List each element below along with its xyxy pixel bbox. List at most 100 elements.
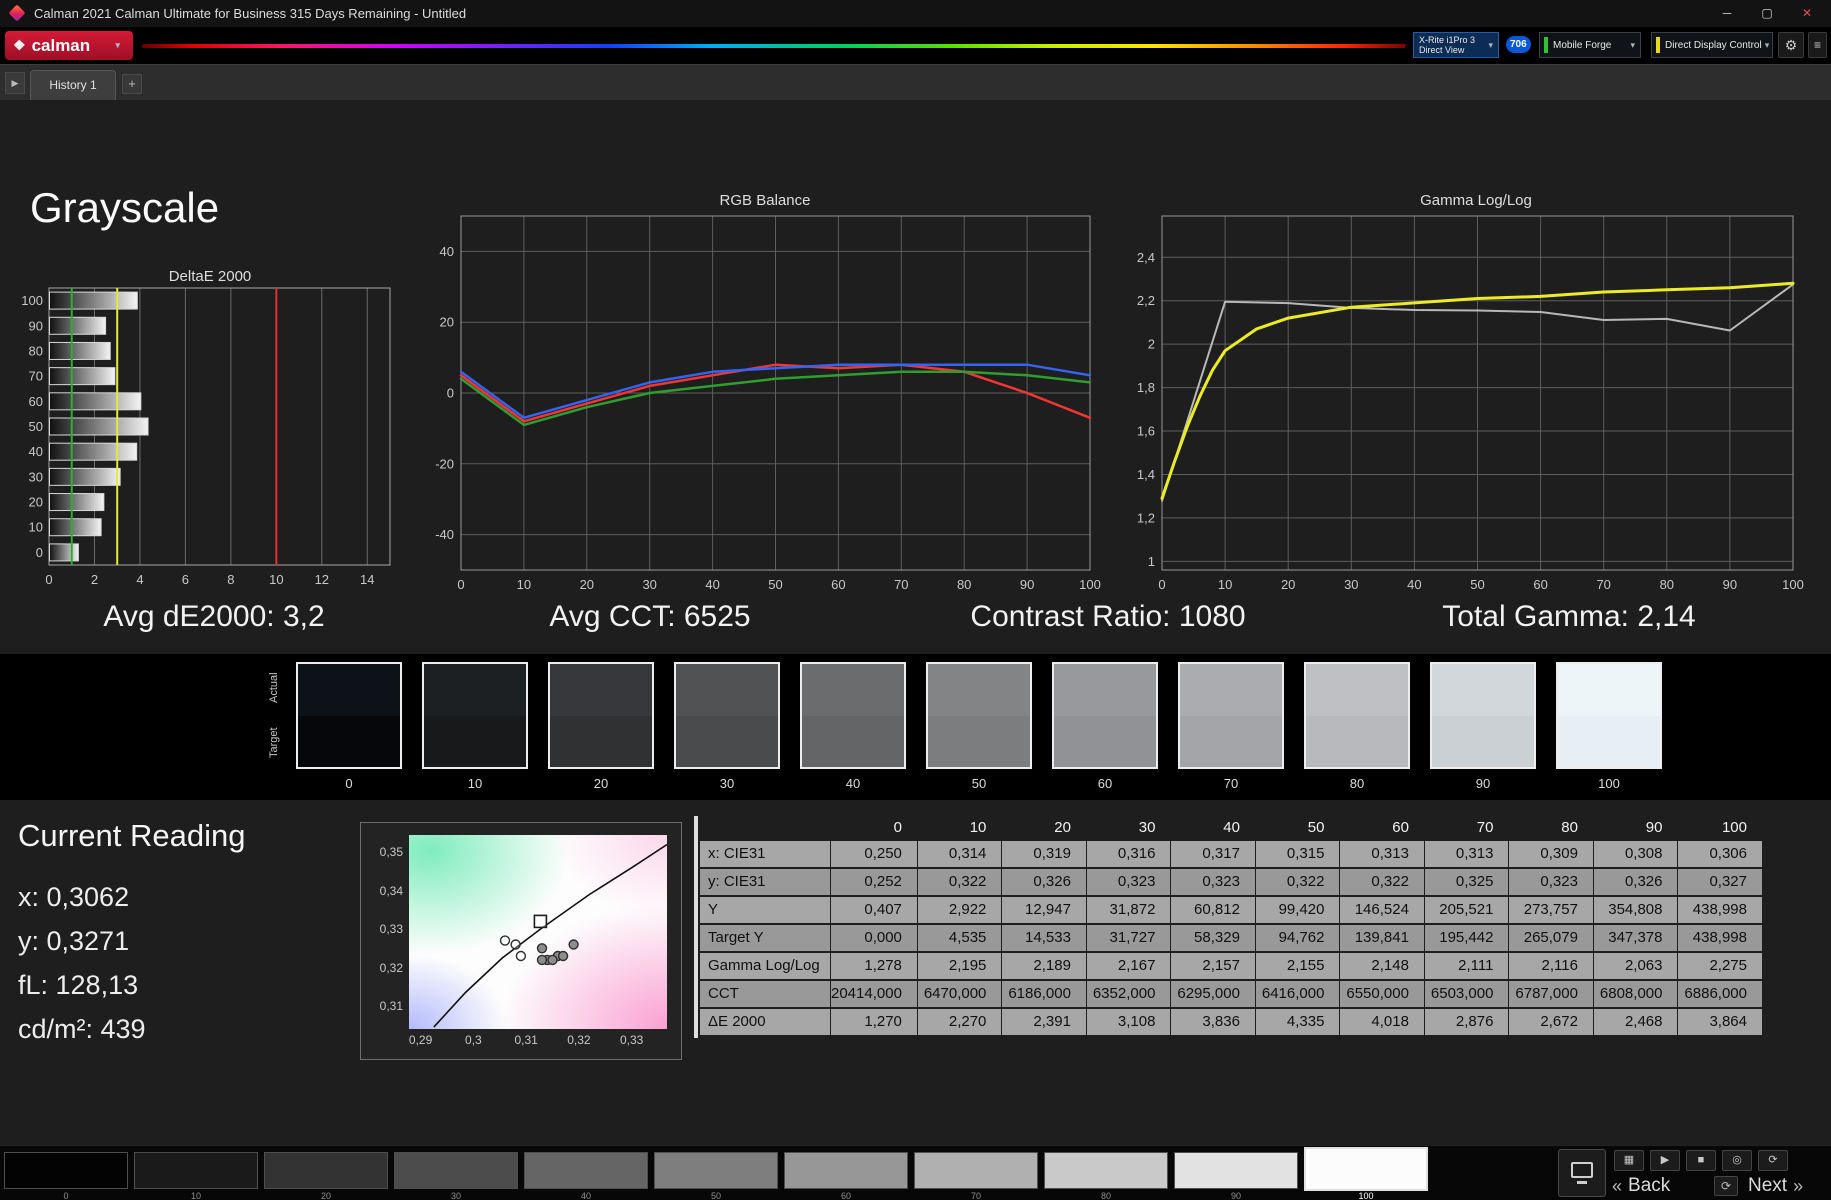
table-cell: 2,157: [1171, 953, 1255, 979]
pattern-swatch-100[interactable]: 100: [1304, 1147, 1428, 1200]
patch-level-label: 80: [1349, 776, 1365, 791]
title-bar: Calman 2021 Calman Ultimate for Business…: [0, 0, 1831, 27]
deltae-bar: [49, 493, 105, 512]
cie-chart-panel: 0,35 0,34 0,33 0,32 0,31 0,29 0,3 0,31 0,32 0,33: [360, 822, 682, 1060]
table-cell: 0,322: [1340, 869, 1424, 895]
pattern-swatch-60[interactable]: 60: [784, 1147, 908, 1200]
pattern-bar: ▦ ▶ ■ ◎ ⟳ « Back ⟳ Next » 0 10 20 30 40 50 60 70 80 9…: [0, 1145, 1831, 1200]
source-dropdown[interactable]: Mobile Forge ▾: [1539, 32, 1641, 58]
pattern-color: [264, 1152, 388, 1189]
target-patch: [1432, 716, 1534, 767]
pattern-color: [4, 1152, 128, 1189]
tick-label: 20: [440, 315, 454, 330]
row-label: CCT: [700, 981, 830, 1007]
pattern-level-label: 100: [1358, 1191, 1374, 1200]
maximize-button[interactable]: ▢: [1747, 0, 1787, 27]
actual-patch: [550, 664, 652, 716]
tick-label: 40: [705, 577, 719, 592]
pattern-grid-button[interactable]: ▦: [1614, 1150, 1644, 1171]
tab-scroll-button[interactable]: ▶: [5, 72, 25, 94]
menu-button[interactable]: ≡: [1808, 32, 1827, 58]
tick-label: 80: [29, 343, 43, 358]
meter-dropdown[interactable]: X-Rite i1Pro 3 Direct View ▾: [1413, 32, 1499, 58]
pattern-swatch-80[interactable]: 80: [1044, 1147, 1168, 1200]
table-cell: 146,524: [1340, 897, 1424, 923]
table-cell: 205,521: [1424, 897, 1509, 923]
table-cell: 6808,000: [1593, 981, 1678, 1007]
patch-box: [1052, 662, 1158, 769]
pattern-swatch-90[interactable]: 90: [1174, 1147, 1298, 1200]
back-label: Back: [1628, 1175, 1671, 1196]
table-cell: 2,468: [1593, 1009, 1678, 1035]
deltae-chart: 0 2 4 6 8 10 12 141009080706050403020100: [21, 287, 391, 587]
column-header: 20: [1054, 819, 1071, 836]
target-patch: [1558, 716, 1660, 767]
tab-history-1[interactable]: History 1: [30, 70, 116, 101]
column-header: 10: [969, 819, 987, 836]
target-patch: [1306, 716, 1408, 767]
table-cell: 31,872: [1086, 897, 1171, 923]
tick-label: 6: [182, 572, 189, 587]
current-reading-title: Current Reading: [18, 818, 246, 853]
patch-box: [1556, 662, 1662, 769]
target-patch: [298, 716, 400, 767]
tick-label: 1: [1148, 554, 1155, 569]
tick-label: 14: [360, 572, 374, 587]
table-cell: 2,876: [1424, 1009, 1509, 1035]
row-label: ΔE 2000: [700, 1009, 830, 1035]
grayscale-patch-30: 30: [674, 662, 780, 791]
pattern-swatch-20[interactable]: 20: [264, 1147, 388, 1200]
deltae-chart-title: DeltaE 2000: [168, 268, 252, 285]
tick-label: 1,4: [1137, 467, 1155, 482]
column-header: 100: [1721, 819, 1747, 836]
tick-label: -40: [435, 527, 454, 542]
target-patch: [550, 716, 652, 767]
pattern-swatch-0[interactable]: 0: [4, 1147, 128, 1200]
pattern-level-label: 60: [840, 1191, 851, 1200]
pattern-swatch-50[interactable]: 50: [654, 1147, 778, 1200]
calman-logo-button[interactable]: ❖ calman ▾: [5, 31, 133, 60]
column-header: 50: [1307, 819, 1325, 836]
add-tab-button[interactable]: +: [122, 74, 142, 94]
tick-label: 0: [36, 545, 43, 560]
loop-button[interactable]: ⟳: [1758, 1150, 1788, 1171]
meter-dropdown-text: X-Rite i1Pro 3 Direct View: [1414, 35, 1475, 55]
pattern-swatch-30[interactable]: 30: [394, 1147, 518, 1200]
next-button[interactable]: Next »: [1748, 1174, 1803, 1198]
column-header: 40: [1223, 819, 1240, 836]
table-cell: 6295,000: [1171, 981, 1255, 1007]
measurement-point: [568, 939, 579, 950]
actual-patch: [298, 664, 400, 716]
refresh-button[interactable]: ⟳: [1714, 1176, 1738, 1196]
pattern-swatch-10[interactable]: 10: [134, 1147, 258, 1200]
pattern-swatch-40[interactable]: 40: [524, 1147, 648, 1200]
tick-label: 30: [642, 577, 656, 592]
tick-label: 40: [1407, 577, 1421, 592]
cie-x-tick: 0,31: [514, 1033, 538, 1047]
table-cell: 0,309: [1509, 841, 1593, 867]
display-control-dropdown[interactable]: Direct Display Control ▾: [1651, 32, 1773, 58]
column-header: 30: [1138, 819, 1156, 836]
deltae-bar: [49, 417, 149, 436]
settings-gear-button[interactable]: ⚙: [1778, 32, 1804, 58]
table-cell: 438,998: [1678, 897, 1762, 923]
grayscale-patch-50: 50: [926, 662, 1032, 791]
minimize-button[interactable]: ─: [1707, 0, 1747, 27]
pattern-level-label: 90: [1230, 1191, 1241, 1200]
target-button[interactable]: ◎: [1722, 1150, 1752, 1171]
stop-button[interactable]: ■: [1686, 1150, 1716, 1171]
patch-box: [926, 662, 1032, 769]
measurement-point: [536, 954, 548, 966]
tick-label: -20: [435, 456, 454, 471]
tick-label: 10: [1218, 577, 1232, 592]
pattern-swatch-70[interactable]: 70: [914, 1147, 1038, 1200]
close-button[interactable]: ✕: [1787, 0, 1827, 27]
chevron-down-icon: ▾: [115, 40, 120, 50]
deltae-bar: [49, 518, 102, 537]
table-cell: 0,323: [1509, 869, 1593, 895]
tab-row: ▶ History 1 +: [0, 64, 1831, 101]
play-button[interactable]: ▶: [1650, 1150, 1680, 1171]
table-cell: 14,533: [1002, 925, 1086, 951]
tick-label: 2: [91, 572, 98, 587]
back-button[interactable]: « Back: [1612, 1174, 1670, 1198]
